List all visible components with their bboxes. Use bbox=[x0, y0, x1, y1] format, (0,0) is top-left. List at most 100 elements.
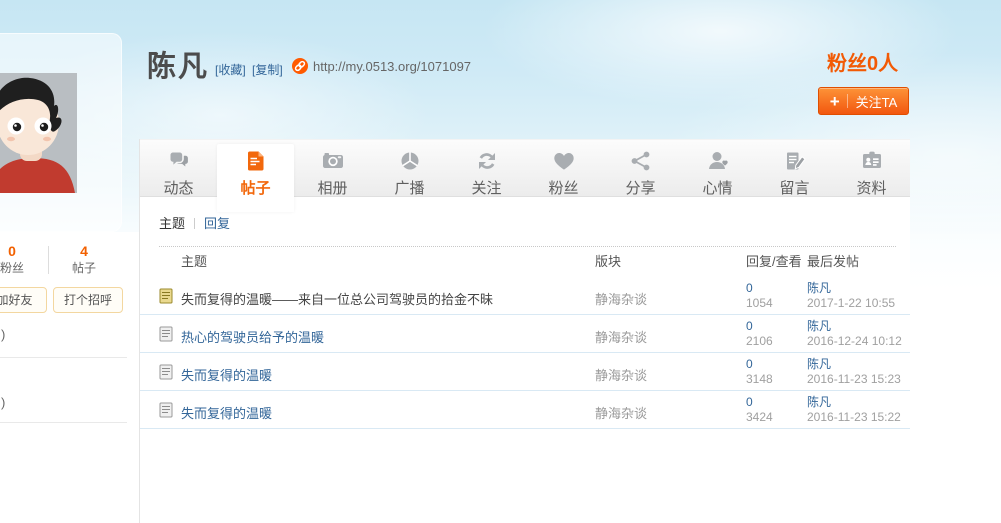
post-document-icon bbox=[217, 149, 294, 177]
camera-icon bbox=[294, 149, 371, 177]
last-post-cell: 陈凡 2016-12-24 10:12 bbox=[807, 319, 902, 349]
thread-title-link[interactable]: 失而复得的温暖——来自一位总公司驾驶员的拾金不昧 bbox=[181, 289, 493, 308]
table-row: 失而复得的温暖 静海杂谈 0 3148 陈凡 2016-11-23 15:23 bbox=[140, 353, 910, 391]
table-row: 失而复得的温暖——来自一位总公司驾驶员的拾金不昧 静海杂谈 0 1054 陈凡 … bbox=[140, 277, 910, 315]
last-post-time: 2016-11-23 15:22 bbox=[807, 410, 901, 425]
fans-count-label: 粉丝0人 bbox=[827, 47, 898, 76]
view-count: 3424 bbox=[746, 410, 773, 425]
last-poster-link[interactable]: 陈凡 bbox=[807, 357, 901, 372]
plus-icon: + bbox=[830, 93, 840, 110]
profile-page: 0 粉丝 4 帖子 加好友 打个招呼 ) ) 陈凡 [收藏] [复制] http… bbox=[0, 0, 1001, 523]
heart-icon bbox=[525, 149, 602, 177]
tab-label: 心情 bbox=[679, 177, 756, 198]
forum-link[interactable]: 静海杂谈 bbox=[595, 327, 647, 346]
thread-title-link[interactable]: 失而复得的温暖 bbox=[181, 365, 272, 384]
tab-label: 资料 bbox=[833, 177, 910, 198]
id-card-icon bbox=[833, 149, 910, 177]
tab-ziliao[interactable]: 资料 bbox=[833, 140, 910, 198]
tab-guanzhu[interactable]: 关注 bbox=[448, 140, 525, 198]
main-panel: 动态 帖子 相册 广播 bbox=[139, 139, 910, 523]
add-friend-button[interactable]: 加好友 bbox=[0, 287, 47, 313]
tab-label: 粉丝 bbox=[525, 177, 602, 198]
header-forum: 版块 bbox=[595, 247, 621, 277]
copy-link[interactable]: [复制] bbox=[252, 61, 283, 78]
thread-document-icon bbox=[159, 402, 173, 418]
fans-stat-value: 0 bbox=[0, 243, 48, 259]
forum-link[interactable]: 静海杂谈 bbox=[595, 403, 647, 422]
reply-view-cell: 0 3424 bbox=[746, 395, 773, 425]
posts-subnav: 主题 回复 bbox=[159, 213, 230, 232]
reply-view-cell: 0 1054 bbox=[746, 281, 773, 311]
header-subject: 主题 bbox=[181, 247, 207, 277]
globe-icon bbox=[371, 149, 448, 177]
tab-liuyan[interactable]: 留言 bbox=[756, 140, 833, 198]
reply-view-cell: 0 3148 bbox=[746, 357, 773, 387]
table-row: 失而复得的温暖 静海杂谈 0 3424 陈凡 2016-11-23 15:22 bbox=[140, 391, 910, 429]
tab-label: 相册 bbox=[294, 177, 371, 198]
view-count: 2106 bbox=[746, 334, 773, 349]
last-post-time: 2017-1-22 10:55 bbox=[807, 296, 895, 311]
sidebar-divider bbox=[0, 357, 127, 358]
sidebar-divider bbox=[0, 422, 127, 423]
thread-list: 失而复得的温暖——来自一位总公司驾驶员的拾金不昧 静海杂谈 0 1054 陈凡 … bbox=[140, 277, 910, 429]
write-message-icon bbox=[756, 149, 833, 177]
last-poster-link[interactable]: 陈凡 bbox=[807, 281, 895, 296]
header-last-post: 最后发帖 bbox=[807, 247, 859, 277]
table-header: 主题 版块 回复/查看 最后发帖 bbox=[140, 247, 910, 277]
tab-label: 留言 bbox=[756, 177, 833, 198]
say-hi-button[interactable]: 打个招呼 bbox=[53, 287, 123, 313]
tab-tiezi[interactable]: 帖子 bbox=[217, 144, 294, 212]
favorite-link[interactable]: [收藏] bbox=[215, 61, 246, 78]
thread-title-link[interactable]: 失而复得的温暖 bbox=[181, 403, 272, 422]
header-reply-view: 回复/查看 bbox=[746, 247, 802, 277]
follow-button[interactable]: + 关注TA bbox=[818, 87, 909, 115]
last-poster-link[interactable]: 陈凡 bbox=[807, 319, 902, 334]
follow-button-label: 关注TA bbox=[856, 92, 898, 111]
posts-stat-label: 帖子 bbox=[48, 260, 120, 276]
table-row: 热心的驾驶员给予的温暖 静海杂谈 0 2106 陈凡 2016-12-24 10… bbox=[140, 315, 910, 353]
avatar bbox=[0, 73, 77, 193]
tab-xinqing[interactable]: 心情 bbox=[679, 140, 756, 198]
last-post-cell: 陈凡 2017-1-22 10:55 bbox=[807, 281, 895, 311]
last-post-time: 2016-11-23 15:23 bbox=[807, 372, 901, 387]
forum-link[interactable]: 静海杂谈 bbox=[595, 365, 647, 384]
reply-count: 0 bbox=[746, 357, 773, 372]
last-post-cell: 陈凡 2016-11-23 15:22 bbox=[807, 395, 901, 425]
reply-view-cell: 0 2106 bbox=[746, 319, 773, 349]
sidebar-stats: 0 粉丝 4 帖子 bbox=[0, 243, 120, 276]
posts-content: 主题 回复 主题 版块 回复/查看 最后发帖 失而复得的温暖——来自一位总公司驾驶… bbox=[140, 197, 910, 523]
last-poster-link[interactable]: 陈凡 bbox=[807, 395, 901, 410]
tab-fensi[interactable]: 粉丝 bbox=[525, 140, 602, 198]
thread-title-link[interactable]: 热心的驾驶员给予的温暖 bbox=[181, 327, 324, 346]
thread-document-icon bbox=[159, 326, 173, 342]
share-icon bbox=[602, 149, 679, 177]
last-post-time: 2016-12-24 10:12 bbox=[807, 334, 902, 349]
forum-link[interactable]: 静海杂谈 bbox=[595, 289, 647, 308]
fans-stat-label: 粉丝 bbox=[0, 260, 48, 276]
posts-stat-value: 4 bbox=[48, 243, 120, 259]
tab-fenxiang[interactable]: 分享 bbox=[602, 140, 679, 198]
tab-label: 动态 bbox=[140, 177, 217, 198]
person-icon bbox=[679, 149, 756, 177]
profile-tabbar: 动态 帖子 相册 广播 bbox=[140, 139, 910, 197]
refresh-arrows-icon bbox=[448, 149, 525, 177]
view-count: 3148 bbox=[746, 372, 773, 387]
tab-label: 帖子 bbox=[217, 177, 294, 198]
tab-label: 关注 bbox=[448, 177, 525, 198]
tab-dongtai[interactable]: 动态 bbox=[140, 140, 217, 198]
subnav-replies[interactable]: 回复 bbox=[204, 216, 230, 231]
stats-divider bbox=[48, 246, 49, 274]
profile-url: http://my.0513.org/1071097 bbox=[313, 59, 471, 74]
tab-guangbo[interactable]: 广播 bbox=[371, 140, 448, 198]
profile-name: 陈凡 bbox=[147, 43, 209, 85]
chat-bubbles-icon bbox=[140, 149, 217, 177]
fans-stat[interactable]: 0 粉丝 bbox=[0, 243, 48, 276]
button-divider bbox=[847, 94, 848, 108]
tab-xiangce[interactable]: 相册 bbox=[294, 140, 371, 198]
posts-stat[interactable]: 4 帖子 bbox=[48, 243, 120, 276]
tab-label: 广播 bbox=[371, 177, 448, 198]
tab-label: 分享 bbox=[602, 177, 679, 198]
subnav-threads[interactable]: 主题 bbox=[159, 216, 185, 231]
view-count: 1054 bbox=[746, 296, 773, 311]
link-chain-icon bbox=[292, 58, 308, 74]
